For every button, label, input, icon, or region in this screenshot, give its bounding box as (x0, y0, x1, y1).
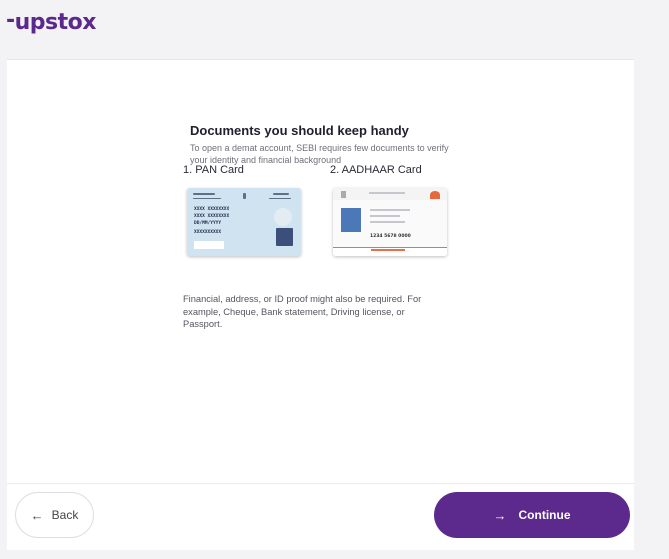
additional-documents-note: Financial, address, or ID proof might al… (183, 294, 422, 329)
upstox-logo: -upstox (6, 8, 96, 35)
arrow-right-icon: → (493, 507, 507, 523)
aadhaar-card-label: 2. AADHAAR Card (330, 164, 422, 176)
page-subtitle: To open a demat account, SEBI requires f… (190, 143, 449, 165)
pan-card-label: 1. PAN Card (183, 164, 244, 176)
page-title: Documents you should keep handy (190, 123, 409, 138)
pan-photo-icon (276, 228, 293, 246)
back-button[interactable]: ← Back (15, 492, 94, 538)
aadhaar-photo-icon (341, 208, 361, 232)
continue-button-label: Continue (518, 508, 571, 522)
continue-button[interactable]: → Continue (434, 492, 630, 538)
arrow-left-icon: ← (30, 507, 44, 523)
document-pan: 1. PAN Card XXXX XXXXXXXX XXXX XXXXXXXX … (183, 164, 301, 256)
aadhaar-logo-icon (430, 191, 440, 199)
documents-card: Documents you should keep handy To open … (7, 59, 634, 484)
aadhaar-card-image: 1234 5678 0000 (333, 188, 447, 256)
pan-card-image: XXXX XXXXXXXX XXXX XXXXXXXX DD/MM/YYYY X… (187, 188, 301, 256)
document-aadhaar: 2. AADHAAR Card 1234 5678 0000 (330, 164, 447, 256)
emblem-icon (341, 191, 346, 198)
signature-box (194, 241, 224, 249)
footer-bar: ← Back → Continue (7, 483, 634, 550)
back-button-label: Back (51, 508, 79, 522)
intro-section: Documents you should keep handy To open … (190, 123, 470, 166)
